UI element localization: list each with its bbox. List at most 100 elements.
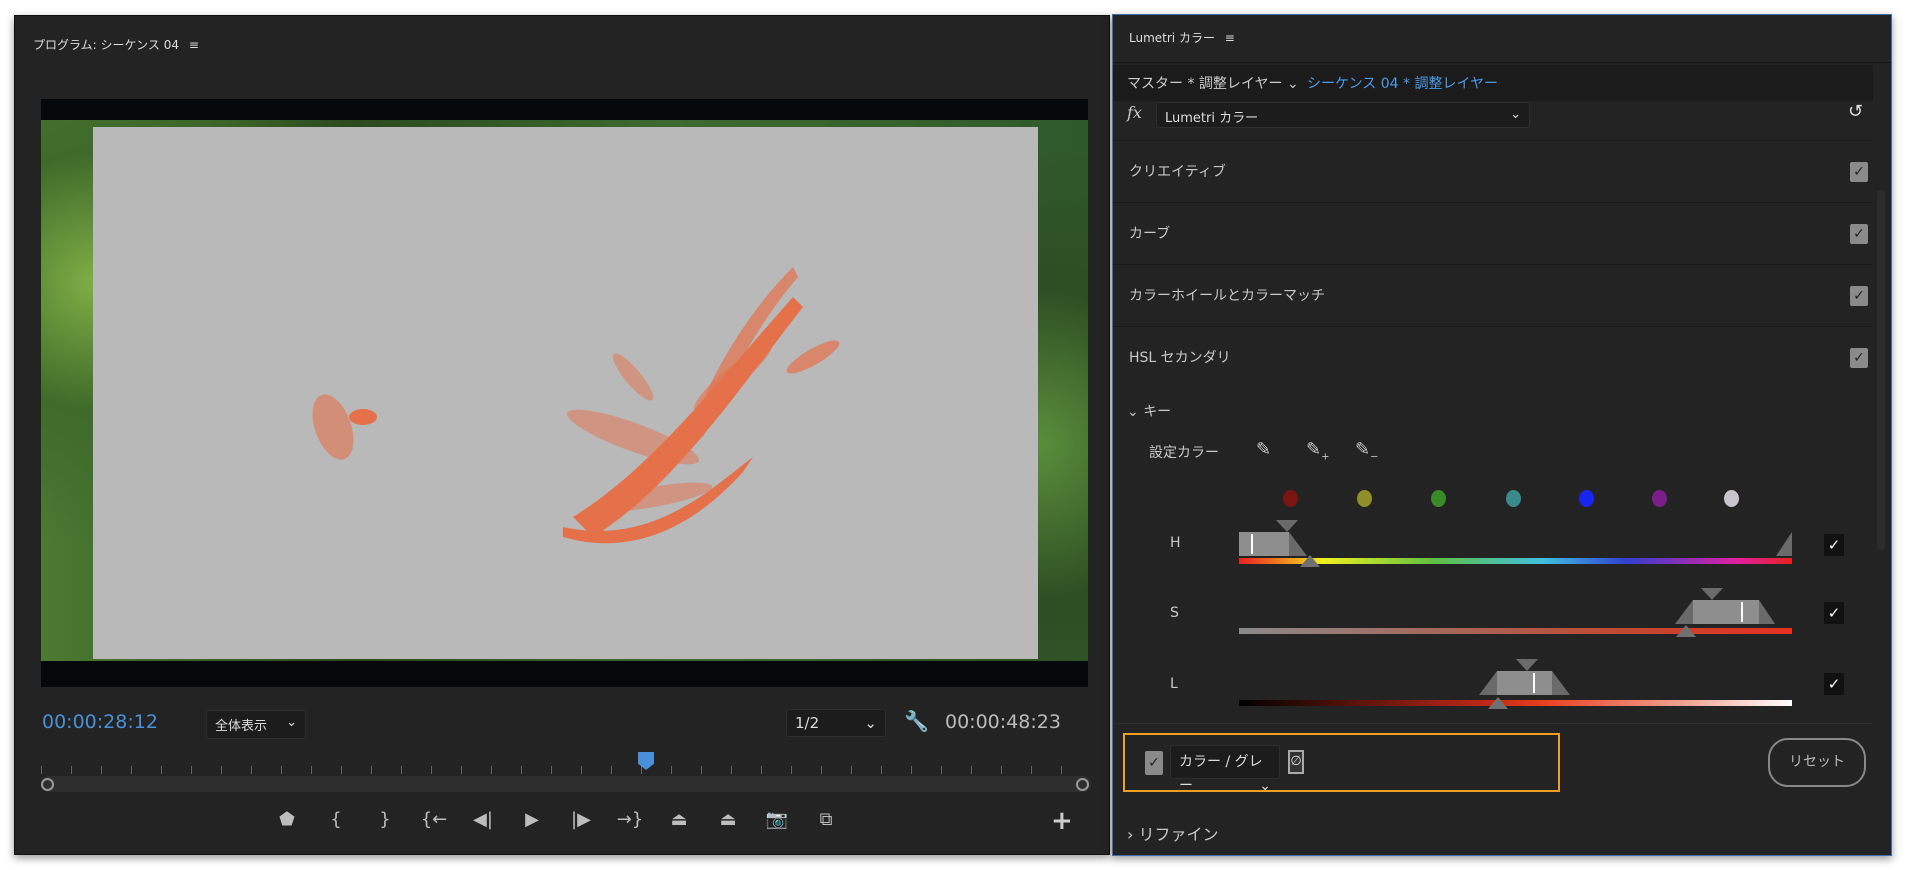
range-handle[interactable] [1693,600,1759,624]
extract-icon[interactable]: ⏏ [714,809,742,830]
swatch-cyan[interactable] [1506,490,1521,507]
fx-label: fx [1127,103,1142,122]
display-mode-value: カラー / グレー [1179,754,1263,794]
swatch-yellow[interactable] [1357,490,1372,507]
range-handle[interactable] [1239,532,1289,556]
lumetri-color-panel: Lumetri カラー ≡ マスター * 調整レイヤー ⌄ シーケンス 04 *… [1112,14,1892,856]
zoom-level-select[interactable]: 全体表示 ⌄ [206,710,306,739]
section-curves[interactable]: カーブ ✓ [1113,202,1873,264]
chevron-down-icon: ⌄ [1510,107,1521,122]
top-handle[interactable] [1276,520,1298,532]
divider [1113,723,1873,724]
duration-timecode: 00:00:48:23 [945,711,1061,733]
master-clip-label: マスター * 調整レイヤー [1127,76,1283,92]
luminance-checkbox[interactable]: ✓ [1824,673,1844,695]
chevron-down-icon: ⌄ [1259,778,1271,794]
scroll-handle-right[interactable] [1076,778,1089,791]
feather-handle[interactable] [1759,600,1775,624]
hamburger-icon[interactable]: ≡ [189,38,199,52]
chevron-right-icon: › [1127,825,1134,844]
video-frame [41,120,1088,661]
refine-toggle[interactable]: › リファイン [1127,821,1219,845]
feather-handle[interactable] [1776,532,1792,556]
range-handle[interactable] [1497,671,1552,695]
eyedropper-icon[interactable]: ✎ [1256,439,1271,460]
saturation-slider[interactable]: ✓ [1113,583,1873,643]
marker-icon[interactable]: ⬟ [273,809,301,830]
add-icon[interactable]: + [1051,806,1073,836]
center-line [1741,602,1743,622]
mark-in-icon[interactable]: { [322,809,350,830]
eyedropper-add-icon[interactable]: ✎+ [1306,439,1329,463]
invert-mask-icon[interactable]: ∅ [1288,750,1304,774]
program-title: プログラム: シーケンス 04 [33,38,179,52]
resolution-select[interactable]: 1/2 ⌄ [786,709,886,737]
swatch-green[interactable] [1431,490,1446,507]
key-label: キー [1143,404,1172,420]
saturation-checkbox[interactable]: ✓ [1824,602,1844,624]
video-viewer[interactable] [41,99,1088,687]
hue-slider[interactable]: ✓ [1113,515,1873,575]
step-back-icon[interactable]: ◀| [469,809,497,830]
scrollbar[interactable] [1877,190,1885,550]
section-checkbox[interactable]: ✓ [1850,286,1868,306]
panel-title: Lumetri カラー [1129,31,1215,45]
eyedropper-subtract-icon[interactable]: ✎− [1355,439,1378,463]
go-to-in-icon[interactable]: {← [420,809,448,830]
reset-button[interactable]: リセット [1768,738,1866,787]
current-timecode[interactable]: 00:00:28:12 [42,711,158,733]
show-mask-checkbox[interactable]: ✓ [1145,751,1163,775]
bottom-handle[interactable] [1300,555,1320,567]
hue-checkbox[interactable]: ✓ [1824,534,1844,556]
resolution-value: 1/2 [795,714,820,732]
master-clip-tab[interactable]: マスター * 調整レイヤー ⌄ [1127,73,1299,93]
refine-label: リファイン [1138,825,1219,844]
play-icon[interactable]: ▶ [518,809,546,830]
zoom-scrollbar[interactable] [41,776,1091,792]
hue-bar[interactable] [1239,558,1792,564]
saturation-bar[interactable] [1239,628,1792,634]
section-creative[interactable]: クリエイティブ ✓ [1113,140,1873,202]
display-mode-select[interactable]: カラー / グレー ⌄ [1170,745,1280,794]
section-checkbox[interactable]: ✓ [1850,224,1868,244]
effect-select[interactable]: Lumetri カラー ⌄ [1156,102,1530,128]
mark-out-icon[interactable]: } [371,809,399,830]
section-label: HSL セカンダリ [1129,350,1231,366]
wrench-icon[interactable]: 🔧 [904,709,929,733]
step-forward-icon[interactable]: |▶ [567,809,595,830]
key-toggle[interactable]: ⌄ キー [1127,401,1171,421]
chevron-down-icon: ⌄ [864,714,877,732]
section-checkbox[interactable]: ✓ [1850,162,1868,182]
swatch-white[interactable] [1724,490,1739,507]
hamburger-icon[interactable]: ≡ [1225,31,1235,45]
time-ruler[interactable] [41,766,1091,774]
section-label: カーブ [1129,226,1171,242]
reset-effect-icon[interactable]: ↺ [1848,101,1863,122]
lift-icon[interactable]: ⏏ [665,809,693,830]
center-line [1533,673,1535,693]
go-to-out-icon[interactable]: →} [616,809,644,830]
swatch-blue[interactable] [1579,490,1594,507]
top-handle[interactable] [1516,659,1538,671]
feather-handle[interactable] [1552,671,1570,695]
bottom-handle[interactable] [1488,697,1508,709]
camera-icon[interactable]: 📷 [763,809,791,830]
bottom-handle[interactable] [1676,625,1696,637]
swatch-red[interactable] [1283,490,1298,507]
section-hsl-secondary[interactable]: HSL セカンダリ ✓ [1113,326,1873,388]
section-color-wheels[interactable]: カラーホイールとカラーマッチ ✓ [1113,264,1873,326]
luminance-bar[interactable] [1239,700,1792,706]
sequence-clip-tab[interactable]: シーケンス 04 * 調整レイヤー [1307,73,1498,93]
display-mode-group: ✓ カラー / グレー ⌄ ∅ [1123,733,1560,794]
key-mask-image [312,267,840,544]
luminance-slider[interactable]: ✓ [1113,654,1873,714]
top-handle[interactable] [1701,588,1723,600]
swatch-magenta[interactable] [1652,490,1667,507]
comparison-view-icon[interactable]: ⧉ [812,809,840,830]
feather-handle[interactable] [1479,671,1497,695]
scroll-handle-left[interactable] [41,778,54,791]
section-checkbox[interactable]: ✓ [1850,348,1868,368]
feather-handle[interactable] [1675,600,1693,624]
feather-handle[interactable] [1289,532,1307,556]
center-line [1251,534,1253,554]
